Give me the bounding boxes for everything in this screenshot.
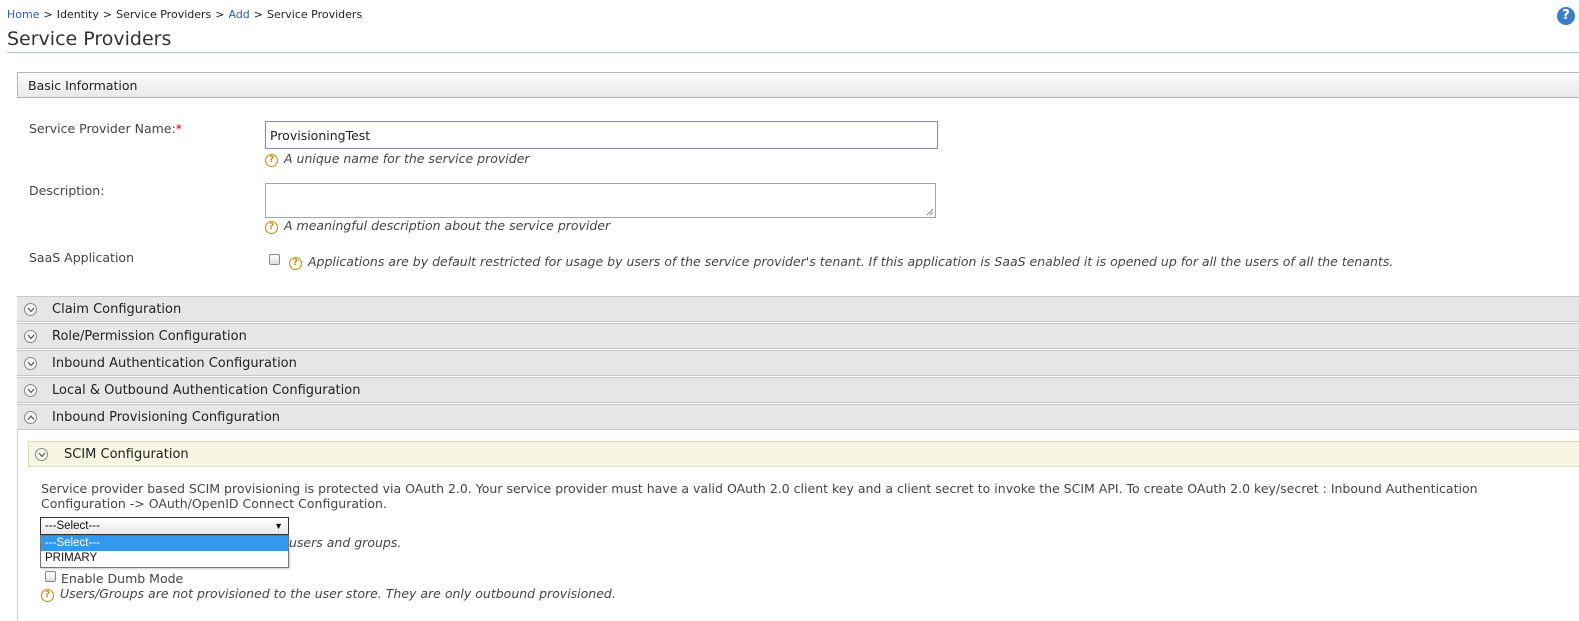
- chevron-down-icon[interactable]: [24, 330, 37, 343]
- breadcrumb-separator: >: [43, 8, 53, 21]
- resize-grip-icon[interactable]: [926, 208, 934, 216]
- service-provider-name-hint-text: A unique name for the service provider: [284, 151, 530, 166]
- service-provider-name-hint: ? A unique name for the service provider: [265, 151, 530, 167]
- dumb-mode-hint: ? Users/Groups are not provisioned to the…: [41, 586, 616, 602]
- breadcrumb-separator: >: [215, 8, 225, 21]
- question-icon: ?: [289, 257, 302, 270]
- accordion-label: Local & Outbound Authentication Configur…: [52, 383, 361, 398]
- description-label: Description:: [29, 183, 105, 198]
- user-store-select-value: ---Select---: [45, 520, 100, 532]
- dumb-mode-hint-text: Users/Groups are not provisioned to the …: [60, 586, 616, 601]
- breadcrumb-home-link[interactable]: Home: [7, 8, 39, 21]
- dropdown-arrow-icon[interactable]: ▼: [274, 518, 283, 534]
- accordion-role-permission-configuration[interactable]: Role/Permission Configuration: [17, 323, 1579, 349]
- dropdown-option-primary[interactable]: PRIMARY: [41, 551, 288, 566]
- user-store-select[interactable]: ---Select--- ▼: [40, 517, 289, 535]
- saas-application-label: SaaS Application: [29, 250, 135, 265]
- enable-dumb-mode-label: Enable Dumb Mode: [61, 571, 184, 586]
- accordion-label: Inbound Provisioning Configuration: [52, 410, 281, 425]
- breadcrumb-identity: Identity: [56, 8, 99, 21]
- accordion-claim-configuration[interactable]: Claim Configuration: [17, 296, 1579, 322]
- question-icon: ?: [265, 221, 278, 234]
- basic-information-header: Basic Information: [17, 72, 1579, 98]
- accordion-scim-configuration[interactable]: SCIM Configuration: [28, 441, 1579, 467]
- description-hint: ? A meaningful description about the serv…: [265, 218, 610, 234]
- service-provider-name-label: Service Provider Name:*: [29, 121, 182, 136]
- help-icon[interactable]: ?: [1557, 7, 1575, 25]
- breadcrumb: Home > Identity > Service Providers > Add > Serv…: [7, 8, 362, 21]
- description-textarea[interactable]: [265, 183, 936, 218]
- breadcrumb-service-providers: Service Providers: [116, 8, 212, 21]
- user-store-dropdown-list: ---Select--- PRIMARY: [40, 535, 289, 568]
- service-provider-name-input[interactable]: [265, 121, 938, 149]
- chevron-up-icon[interactable]: [24, 411, 37, 424]
- page-title: Service Providers: [7, 28, 172, 50]
- chevron-down-icon[interactable]: [24, 384, 37, 397]
- provisioning-panel-border: [17, 430, 18, 621]
- scim-description: Service provider based SCIM provisioning…: [41, 481, 1478, 511]
- chevron-down-icon[interactable]: [24, 303, 37, 316]
- accordion-inbound-authentication-configuration[interactable]: Inbound Authentication Configuration: [17, 350, 1579, 376]
- title-divider: [7, 52, 1579, 53]
- chevron-down-icon[interactable]: [24, 357, 37, 370]
- required-mark: *: [175, 121, 182, 136]
- breadcrumb-current: Service Providers: [267, 8, 363, 21]
- question-icon: ?: [41, 589, 54, 602]
- accordion-label: Role/Permission Configuration: [52, 329, 247, 344]
- accordion-local-outbound-authentication-configuration[interactable]: Local & Outbound Authentication Configur…: [17, 377, 1579, 403]
- accordion-label: Inbound Authentication Configuration: [52, 356, 297, 371]
- service-provider-name-label-text: Service Provider Name:: [29, 121, 176, 136]
- saas-application-hint-text: Applications are by default restricted f…: [308, 254, 1394, 269]
- breadcrumb-separator: >: [253, 8, 263, 21]
- accordion-inbound-provisioning-configuration[interactable]: Inbound Provisioning Configuration: [17, 404, 1579, 430]
- accordion-label: Claim Configuration: [52, 302, 182, 317]
- saas-application-checkbox[interactable]: [269, 254, 280, 265]
- description-hint-text: A meaningful description about the servi…: [284, 218, 611, 233]
- dropdown-option-select[interactable]: ---Select---: [41, 536, 288, 551]
- enable-dumb-mode-checkbox[interactable]: [45, 571, 56, 582]
- breadcrumb-separator: >: [102, 8, 113, 21]
- accordion-label: SCIM Configuration: [64, 447, 189, 462]
- chevron-down-icon[interactable]: [35, 448, 48, 461]
- saas-application-hint: ? Applications are by default restricted …: [289, 254, 1393, 270]
- breadcrumb-add-link[interactable]: Add: [228, 8, 249, 21]
- question-icon: ?: [265, 154, 278, 167]
